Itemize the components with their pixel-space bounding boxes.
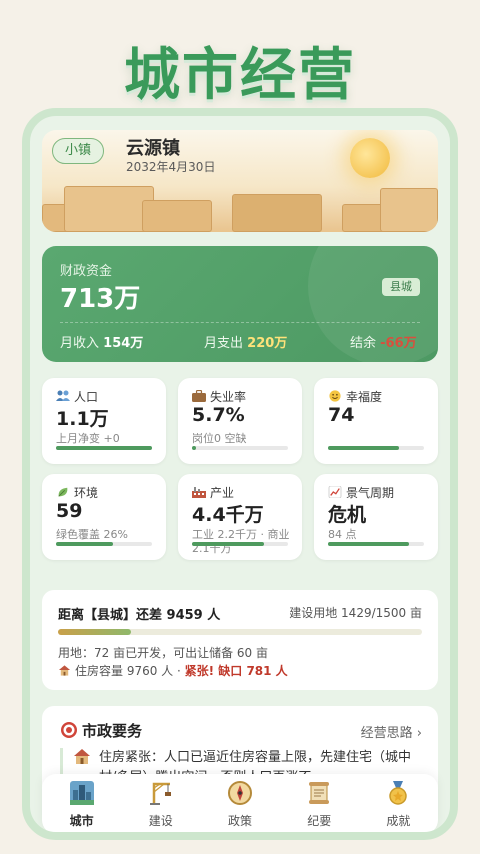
target-icon bbox=[61, 722, 77, 738]
nav-label: 政策 bbox=[228, 814, 253, 828]
stat-sub: 84 点 bbox=[328, 528, 357, 541]
crane-icon bbox=[149, 782, 171, 805]
upgrade-goal-card[interactable]: 距离【县城】还差 9459 人 建设用地 1429/1500 亩 用地：72 亩… bbox=[42, 590, 438, 690]
city-icon bbox=[69, 781, 94, 805]
chart-icon bbox=[328, 486, 342, 498]
stat-label: 环境 bbox=[74, 486, 99, 500]
sun-icon bbox=[350, 138, 390, 178]
housing-capacity: 住房容量 9760 人 · 紧张! 缺口 781 人 bbox=[58, 662, 288, 679]
stat-head: 幸福度 bbox=[328, 388, 382, 405]
stat-sub: 上月净变 +0 bbox=[56, 432, 120, 445]
house-icon bbox=[58, 665, 71, 676]
nav-city[interactable]: 城市 bbox=[42, 774, 121, 832]
factory-icon bbox=[192, 487, 206, 498]
land-usage: 建设用地 1429/1500 亩 bbox=[289, 606, 422, 620]
goal-progress-bar bbox=[58, 629, 422, 635]
stat-sub: 绿色覆盖 26% bbox=[56, 528, 128, 541]
monthly-balance: 结余 -66万 bbox=[350, 332, 417, 351]
affairs-title-text: 市政要务 bbox=[82, 722, 143, 740]
expense-value: 220万 bbox=[247, 336, 288, 351]
phone-frame: 小镇 云源镇 2032年4月30日 财政资金 713万 县城 月收入 154万 … bbox=[22, 108, 458, 840]
stat-value: 4.4千万 bbox=[192, 504, 264, 526]
building-illustration bbox=[232, 194, 322, 232]
housing-warning: 紧张! 缺口 781 人 bbox=[184, 664, 288, 678]
monthly-income: 月收入 154万 bbox=[60, 332, 143, 351]
stat-bar bbox=[328, 542, 424, 546]
nav-policy[interactable]: 政策 bbox=[200, 774, 279, 832]
stat-value: 1.1万 bbox=[56, 408, 109, 430]
stat-label: 景气周期 bbox=[346, 486, 395, 500]
leaf-icon bbox=[58, 487, 68, 497]
land-detail: 用地：72 亩已开发，可出让储备 60 亩 bbox=[58, 646, 268, 660]
smile-icon bbox=[329, 390, 341, 402]
stat-bar bbox=[192, 542, 288, 546]
stat-value: 危机 bbox=[328, 504, 367, 526]
finance-label: 财政资金 bbox=[60, 264, 113, 279]
housing-text: 住房容量 9760 人 · bbox=[75, 664, 185, 678]
briefcase-icon bbox=[192, 390, 206, 402]
scroll-icon bbox=[309, 782, 330, 804]
stat-card-business-cycle[interactable]: 景气周期 危机 84 点 bbox=[314, 474, 438, 560]
stat-bar bbox=[56, 542, 152, 546]
building-illustration bbox=[142, 200, 212, 232]
town-header: 小镇 云源镇 2032年4月30日 bbox=[42, 130, 438, 232]
expense-label: 月支出 bbox=[204, 336, 244, 351]
income-label: 月收入 bbox=[60, 336, 100, 351]
bottom-nav: 城市 建设 政策 纪要 成就 bbox=[42, 774, 438, 832]
stat-card-population[interactable]: 人口 1.1万 上月净变 +0 bbox=[42, 378, 166, 464]
stat-head: 产业 bbox=[192, 484, 234, 501]
town-name: 云源镇 bbox=[126, 138, 180, 159]
medal-icon bbox=[389, 781, 408, 805]
building-illustration bbox=[380, 188, 438, 232]
balance-value: -66万 bbox=[380, 336, 417, 351]
compass-icon bbox=[228, 781, 252, 805]
stat-bar bbox=[192, 446, 288, 450]
stat-bar bbox=[56, 446, 152, 450]
stat-sub: 岗位0 空缺 bbox=[192, 432, 247, 445]
nav-label: 城市 bbox=[69, 814, 94, 828]
stat-card-industry[interactable]: 产业 4.4千万 工业 2.2千万 · 商业 2.1千万 bbox=[178, 474, 302, 560]
game-date: 2032年4月30日 bbox=[126, 160, 216, 174]
building-illustration bbox=[64, 186, 154, 232]
affairs-title: 市政要务 bbox=[60, 720, 142, 741]
stat-bar bbox=[328, 446, 424, 450]
nav-label: 建设 bbox=[148, 814, 173, 828]
town-level-chip[interactable]: 小镇 bbox=[52, 138, 105, 164]
nav-label: 纪要 bbox=[307, 814, 332, 828]
stat-label: 幸福度 bbox=[346, 390, 383, 404]
stat-head: 人口 bbox=[56, 388, 98, 405]
finance-card[interactable]: 财政资金 713万 县城 月收入 154万 月支出 220万 结余 -66万 bbox=[42, 246, 438, 362]
app-title: 城市经营 bbox=[124, 43, 356, 108]
income-value: 154万 bbox=[103, 336, 144, 351]
stat-value: 5.7% bbox=[192, 404, 245, 426]
stat-label: 产业 bbox=[210, 486, 235, 500]
divider bbox=[60, 322, 420, 323]
stat-head: 环境 bbox=[56, 484, 98, 501]
nav-build[interactable]: 建设 bbox=[121, 774, 200, 832]
stat-label: 人口 bbox=[74, 390, 99, 404]
balance-label: 结余 bbox=[350, 336, 377, 351]
stat-value: 74 bbox=[328, 404, 355, 426]
nav-notes[interactable]: 纪要 bbox=[280, 774, 359, 832]
stat-card-environment[interactable]: 环境 59 绿色覆盖 26% bbox=[42, 474, 166, 560]
finance-value: 713万 bbox=[60, 284, 141, 314]
strategy-link[interactable]: 经营思路 › bbox=[361, 722, 422, 741]
nav-label: 成就 bbox=[386, 814, 411, 828]
monthly-expense: 月支出 220万 bbox=[204, 332, 287, 351]
stat-card-happiness[interactable]: 幸福度 74 bbox=[314, 378, 438, 464]
stat-card-unemployment[interactable]: 失业率 5.7% 岗位0 空缺 bbox=[178, 378, 302, 464]
nav-achievements[interactable]: 成就 bbox=[359, 774, 438, 832]
stat-label: 失业率 bbox=[210, 390, 247, 404]
stat-value: 59 bbox=[56, 500, 83, 522]
house-icon bbox=[74, 749, 90, 764]
people-icon bbox=[56, 390, 70, 401]
stat-head: 景气周期 bbox=[328, 484, 394, 501]
next-level-badge: 县城 bbox=[382, 278, 420, 296]
stat-head: 失业率 bbox=[192, 388, 246, 405]
goal-title: 距离【县城】还差 9459 人 bbox=[58, 608, 221, 623]
